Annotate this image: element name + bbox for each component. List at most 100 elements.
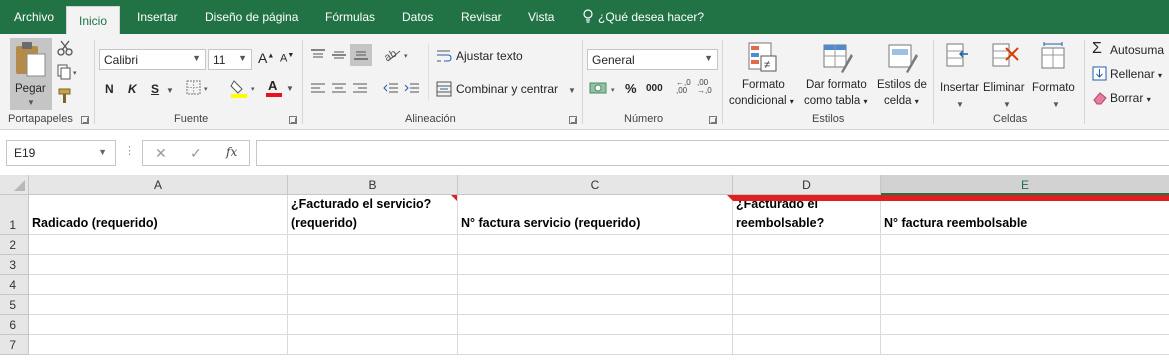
clear-button[interactable]: Borrar ▾ [1090, 88, 1169, 108]
column-header-c[interactable]: C [458, 175, 733, 195]
cell-d6[interactable] [733, 315, 881, 335]
font-size-select[interactable]: 11 ▼ [208, 49, 252, 70]
tab-inicio[interactable]: Inicio [66, 6, 121, 34]
percent-button[interactable]: % [625, 81, 637, 96]
delete-cells-button[interactable]: Eliminar ▼ [983, 40, 1029, 110]
align-right-icon[interactable] [352, 82, 368, 96]
cell-e3[interactable] [881, 255, 1169, 275]
font-family-select[interactable]: Calibri ▼ [99, 49, 206, 70]
cell-c4[interactable] [458, 275, 733, 295]
row-header-1[interactable]: 1 [0, 195, 29, 235]
merge-center-button[interactable]: Combinar y centrar ▼ [436, 79, 578, 99]
row-header-7[interactable]: 7 [0, 335, 29, 355]
increase-indent-icon[interactable] [404, 82, 420, 96]
cell-styles-button[interactable]: Estilos de celda ▾ [875, 40, 931, 110]
name-box[interactable]: E19 ▼ [6, 140, 116, 166]
bold-button[interactable]: N [105, 82, 114, 96]
cell-e1[interactable]: N° factura reembolsable [881, 195, 1169, 235]
format-as-table-button[interactable]: Dar formato como tabla ▾ [803, 40, 873, 110]
cell-c2[interactable] [458, 235, 733, 255]
paste-button[interactable]: Pegar ▼ [10, 38, 52, 110]
column-header-d[interactable]: D [733, 175, 881, 195]
shrink-font-button[interactable]: A▼ [280, 52, 294, 65]
cell-a6[interactable] [29, 315, 288, 335]
formula-input[interactable] [256, 140, 1169, 166]
tab-diseno-pagina[interactable]: Diseño de página [205, 0, 298, 34]
decrease-indent-icon[interactable] [383, 82, 399, 96]
cell-b6[interactable] [288, 315, 458, 335]
column-header-e[interactable]: E [881, 175, 1169, 195]
thousands-button[interactable]: 000 [646, 83, 663, 94]
enter-icon[interactable]: ✓ [190, 145, 202, 162]
align-bottom-button[interactable] [350, 44, 372, 66]
number-launcher[interactable] [709, 116, 717, 124]
tab-insertar[interactable]: Insertar [137, 0, 178, 34]
comment-indicator[interactable] [451, 195, 457, 201]
cut-icon[interactable] [57, 40, 73, 56]
cell-a5[interactable] [29, 295, 288, 315]
cell-d5[interactable] [733, 295, 881, 315]
conditional-format-button[interactable]: ≠ Formato condicional ▾ [728, 40, 800, 110]
select-all-button[interactable] [0, 175, 29, 195]
row-header-4[interactable]: 4 [0, 275, 29, 295]
tab-revisar[interactable]: Revisar [461, 0, 502, 34]
cell-b3[interactable] [288, 255, 458, 275]
cell-e2[interactable] [881, 235, 1169, 255]
cell-c7[interactable] [458, 335, 733, 355]
autosum-button[interactable]: Σ Autosuma [1090, 40, 1169, 60]
format-painter-icon[interactable] [57, 88, 73, 104]
align-top-icon[interactable] [310, 48, 326, 62]
insert-function-icon[interactable]: fx [226, 145, 237, 159]
cell-d2[interactable] [733, 235, 881, 255]
clipboard-launcher[interactable] [81, 116, 89, 124]
column-header-a[interactable]: A [29, 175, 288, 195]
cell-b5[interactable] [288, 295, 458, 315]
borders-icon[interactable]: ▾ [186, 80, 210, 96]
alignment-launcher[interactable] [569, 116, 577, 124]
wrap-text-button[interactable]: Ajustar texto [436, 46, 536, 66]
number-format-select[interactable]: General ▼ [587, 49, 718, 70]
cell-c1[interactable]: N° factura servicio (requerido) [458, 195, 733, 235]
cell-d4[interactable] [733, 275, 881, 295]
chevron-down-icon[interactable]: ▼ [166, 86, 174, 95]
cell-a4[interactable] [29, 275, 288, 295]
font-launcher[interactable] [289, 116, 297, 124]
cancel-icon[interactable]: ✕ [155, 145, 167, 162]
copy-icon[interactable]: ▾ [57, 64, 79, 80]
fill-color-icon[interactable]: ▾ [230, 78, 258, 98]
cell-c6[interactable] [458, 315, 733, 335]
tab-archivo[interactable]: Archivo [14, 0, 54, 34]
cell-e4[interactable] [881, 275, 1169, 295]
fill-button[interactable]: Rellenar ▾ [1090, 64, 1169, 84]
italic-button[interactable]: K [128, 82, 137, 96]
column-header-b[interactable]: B [288, 175, 458, 195]
align-center-icon[interactable] [331, 82, 347, 96]
row-header-5[interactable]: 5 [0, 295, 29, 315]
cell-a7[interactable] [29, 335, 288, 355]
decrease-decimal-button[interactable]: ,00 →,0 [697, 79, 713, 95]
cell-e7[interactable] [881, 335, 1169, 355]
cell-d3[interactable] [733, 255, 881, 275]
tab-datos[interactable]: Datos [402, 0, 433, 34]
currency-icon[interactable]: ▾ [589, 80, 619, 98]
cell-b2[interactable] [288, 235, 458, 255]
tab-formulas[interactable]: Fórmulas [325, 0, 375, 34]
cell-d7[interactable] [733, 335, 881, 355]
cell-b1[interactable]: ¿Facturado el servicio? (requerido) [288, 195, 458, 235]
font-color-button[interactable]: A ▼ [266, 78, 294, 98]
cell-c3[interactable] [458, 255, 733, 275]
underline-button[interactable]: S [151, 82, 159, 96]
cell-a3[interactable] [29, 255, 288, 275]
format-cells-button[interactable]: Formato ▼ [1031, 40, 1079, 110]
cell-b7[interactable] [288, 335, 458, 355]
cell-a2[interactable] [29, 235, 288, 255]
align-left-icon[interactable] [310, 82, 326, 96]
increase-decimal-button[interactable]: ←,0 ,00 [676, 79, 692, 95]
align-middle-icon[interactable] [331, 48, 347, 62]
insert-cells-button[interactable]: Insertar ▼ [937, 40, 981, 110]
cell-c5[interactable] [458, 295, 733, 315]
cell-e5[interactable] [881, 295, 1169, 315]
row-header-2[interactable]: 2 [0, 235, 29, 255]
cell-b4[interactable] [288, 275, 458, 295]
cell-a1[interactable]: Radicado (requerido) [29, 195, 288, 235]
